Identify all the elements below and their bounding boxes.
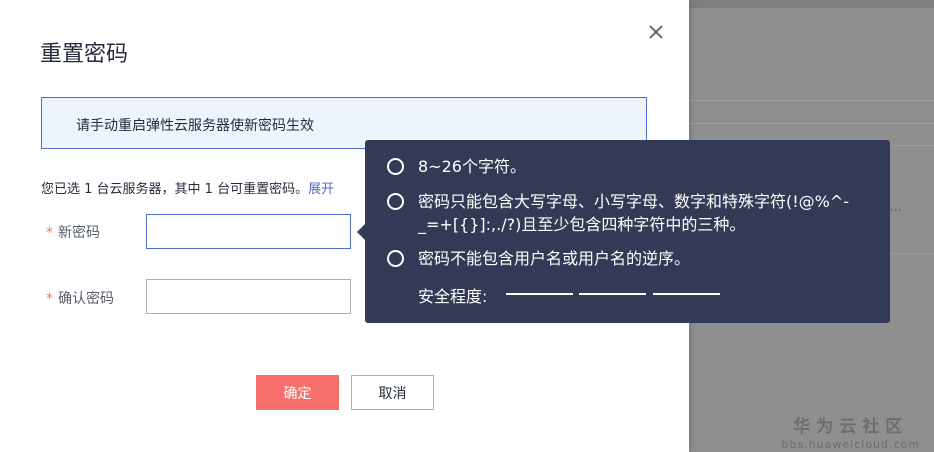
background-ellipsis: ... [890, 200, 902, 214]
required-mark: * [46, 291, 53, 307]
strength-label: 安全程度: [418, 287, 488, 306]
circle-icon [387, 158, 404, 175]
confirm-password-input[interactable] [146, 279, 351, 314]
circle-icon [387, 250, 404, 267]
rule-text: 密码只能包含大写字母、小写字母、数字和特殊字符(!@%^-_=+[{}]:,./… [418, 192, 850, 234]
circle-icon [387, 193, 404, 210]
rule-item: 8~26个字符。 [387, 155, 858, 178]
rule-item: 密码不能包含用户名或用户名的逆序。 [387, 247, 858, 270]
new-password-label: * 新密码 [46, 222, 100, 242]
background-divider [689, 100, 934, 101]
strength-bar [653, 293, 720, 295]
close-icon[interactable] [646, 22, 666, 42]
strength-bar [579, 293, 646, 295]
dialog-title: 重置密码 [40, 42, 129, 67]
rule-item: 密码只能包含大写字母、小写字母、数字和特殊字符(!@%^-_=+[{}]:,./… [387, 190, 858, 236]
required-mark: * [46, 225, 53, 241]
confirm-password-label: * 确认密码 [46, 288, 114, 308]
watermark-url: bbs.huaweicloud.com [781, 438, 920, 451]
server-selection-info: 您已选 1 台云服务器，其中 1 台可重置密码。展开 [41, 178, 334, 197]
confirm-password-label-text: 确认密码 [58, 291, 114, 307]
expand-link[interactable]: 展开 [308, 182, 334, 197]
password-rules-tooltip: 8~26个字符。 密码只能包含大写字母、小写字母、数字和特殊字符(!@%^-_=… [357, 140, 890, 323]
confirm-button[interactable]: 确定 [256, 375, 339, 410]
info-text: 您已选 1 台云服务器，其中 1 台可重置密码。 [41, 182, 309, 197]
background-header-strip [689, 0, 934, 8]
new-password-label-text: 新密码 [58, 225, 100, 241]
strength-bar [506, 293, 573, 295]
new-password-input[interactable] [146, 214, 351, 249]
watermark-title: 华为云社区 [793, 417, 909, 437]
watermark: 华为云社区 bbs.huaweicloud.com [782, 412, 920, 451]
background-divider [689, 123, 934, 124]
rule-text: 密码不能包含用户名或用户名的逆序。 [418, 249, 691, 268]
tooltip-arrow [357, 224, 365, 240]
cancel-button[interactable]: 取消 [351, 375, 434, 410]
rule-text: 8~26个字符。 [418, 157, 526, 176]
notice-text: 请手动重启弹性云服务器使新密码生效 [76, 118, 314, 134]
